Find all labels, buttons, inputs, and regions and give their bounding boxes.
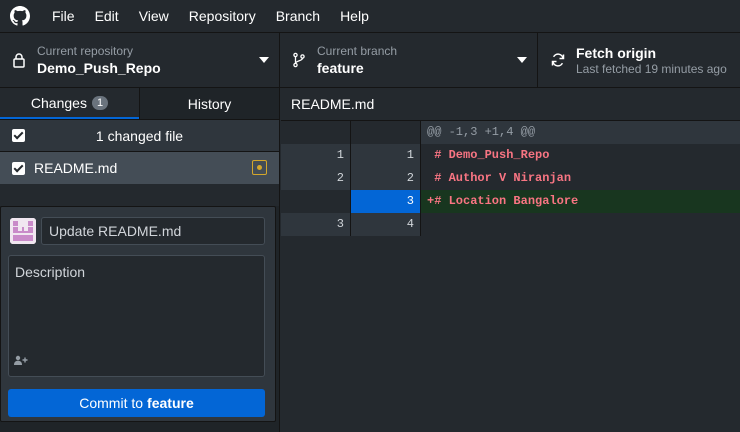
old-line-number: 2 xyxy=(281,167,351,190)
sidebar-tabs: Changes 1 History xyxy=(0,88,279,120)
diff-file-header: README.md xyxy=(281,88,740,121)
diff-line[interactable]: 3 4 xyxy=(281,213,740,236)
lock-icon xyxy=(13,53,25,68)
diff-line-text xyxy=(421,213,740,236)
menu-help[interactable]: Help xyxy=(330,0,379,32)
sync-icon xyxy=(551,53,565,67)
tab-changes-label: Changes xyxy=(30,94,87,111)
diff-line-text: +# Location Bangalore xyxy=(421,190,740,213)
diff-body: @@ -1,3 +1,4 @@ 1 1 # Demo_Push_Repo 2 2… xyxy=(281,121,740,236)
commit-button-branch: feature xyxy=(147,395,194,411)
fetch-origin-text: Fetch origin Last fetched 19 minutes ago xyxy=(576,44,727,77)
new-line-number: 3 xyxy=(351,190,421,213)
current-branch-text: Current branch feature xyxy=(317,44,397,77)
commit-panel: Commit to feature xyxy=(0,206,279,432)
menu-edit[interactable]: Edit xyxy=(85,0,129,32)
commit-button[interactable]: Commit to feature xyxy=(8,389,265,417)
old-line-number xyxy=(281,121,351,144)
old-line-number: 3 xyxy=(281,213,351,236)
changes-count-badge: 1 xyxy=(91,95,109,110)
changed-file-name: README.md xyxy=(34,160,118,176)
current-repository-button[interactable]: Current repository Demo_Push_Repo xyxy=(0,33,280,87)
menu-repository[interactable]: Repository xyxy=(179,0,266,32)
diff-hunk-header: @@ -1,3 +1,4 @@ xyxy=(281,121,740,144)
menu-view[interactable]: View xyxy=(129,0,179,32)
fetch-origin-title: Fetch origin xyxy=(576,44,657,61)
old-line-number xyxy=(281,190,351,213)
git-branch-icon xyxy=(293,52,305,68)
identicon-icon xyxy=(10,218,36,244)
commit-summary-input[interactable] xyxy=(41,217,265,245)
commit-form: Commit to feature xyxy=(0,206,276,422)
current-branch-button[interactable]: Current branch feature xyxy=(280,33,538,87)
repository-caret-down-icon xyxy=(259,57,269,63)
tab-history[interactable]: History xyxy=(139,88,279,119)
current-repository-label: Current repository xyxy=(37,43,134,58)
menu-bar: File Edit View Repository Branch Help xyxy=(0,0,740,32)
diff-line-text: # Demo_Push_Repo xyxy=(421,144,740,167)
new-line-number: 1 xyxy=(351,144,421,167)
new-line-number: 2 xyxy=(351,167,421,190)
changed-files-count: 1 changed file xyxy=(95,127,184,144)
diff-line-added[interactable]: 3 +# Location Bangalore xyxy=(281,190,740,213)
commit-description-input[interactable] xyxy=(8,255,265,377)
toolbar: Current repository Demo_Push_Repo Curren… xyxy=(0,32,740,88)
changes-sidebar: Changes 1 History 1 changed file README.… xyxy=(0,88,280,432)
fetch-origin-button[interactable]: Fetch origin Last fetched 19 minutes ago xyxy=(538,33,740,87)
new-line-number xyxy=(351,121,421,144)
hunk-header-text: @@ -1,3 +1,4 @@ xyxy=(421,121,740,144)
file-modified-icon xyxy=(252,160,267,175)
diff-line[interactable]: 2 2 # Author V Niranjan xyxy=(281,167,740,190)
diff-view: README.md @@ -1,3 +1,4 @@ 1 1 # Demo_Pus… xyxy=(281,88,740,432)
changed-file-row[interactable]: README.md xyxy=(0,152,279,184)
tab-history-label: History xyxy=(187,95,232,112)
commit-button-prefix: Commit to xyxy=(79,395,144,411)
menu-file[interactable]: File xyxy=(42,0,85,32)
last-fetched-label: Last fetched 19 minutes ago xyxy=(576,61,727,76)
current-repository-text: Current repository Demo_Push_Repo xyxy=(37,44,161,77)
diff-line-text: # Author V Niranjan xyxy=(421,167,740,190)
current-repository-name: Demo_Push_Repo xyxy=(37,59,161,76)
branch-caret-down-icon xyxy=(517,57,527,63)
diff-file-name: README.md xyxy=(291,96,375,112)
file-include-checkbox[interactable] xyxy=(12,161,25,175)
old-line-number: 1 xyxy=(281,144,351,167)
diff-line[interactable]: 1 1 # Demo_Push_Repo xyxy=(281,144,740,167)
current-branch-label: Current branch xyxy=(317,43,398,58)
menu-branch[interactable]: Branch xyxy=(266,0,330,32)
current-branch-name: feature xyxy=(317,59,364,76)
tab-changes[interactable]: Changes 1 xyxy=(0,88,139,119)
changed-files-header: 1 changed file xyxy=(0,120,279,152)
new-line-number: 4 xyxy=(351,213,421,236)
github-logo-icon xyxy=(10,6,30,26)
avatar xyxy=(10,218,36,244)
add-coauthor-icon[interactable] xyxy=(14,355,28,365)
